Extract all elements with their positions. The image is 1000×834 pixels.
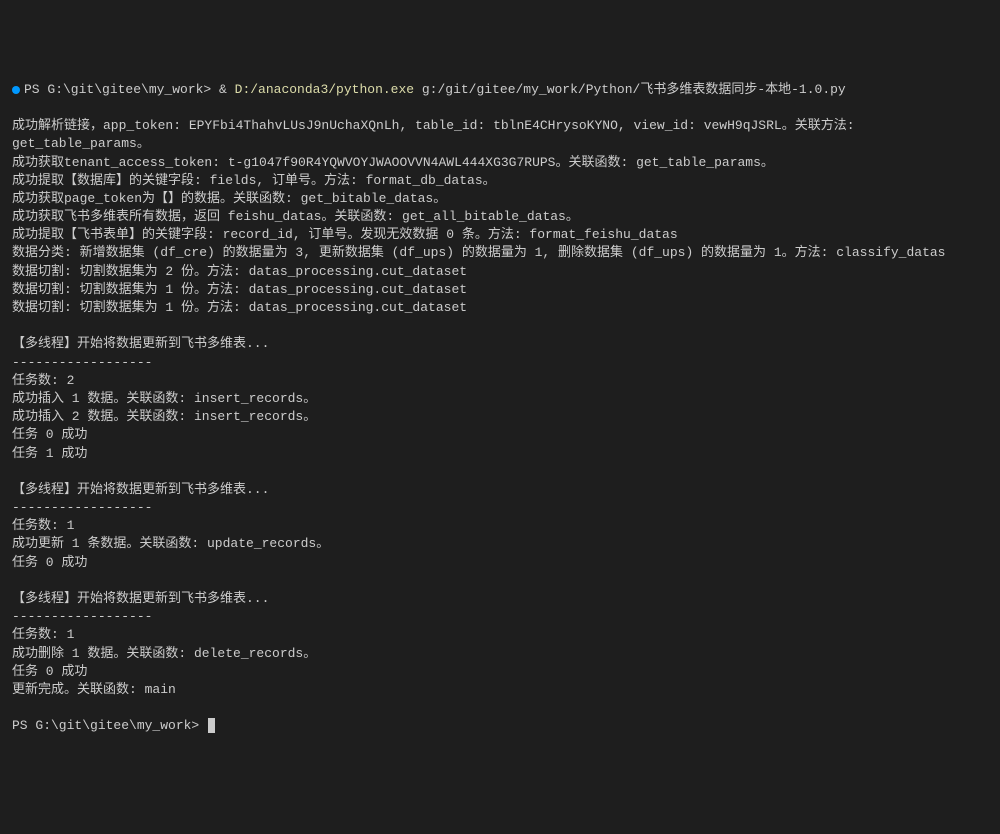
output-line: ------------------ — [12, 499, 988, 517]
output-line: 任务 0 成功 — [12, 554, 988, 572]
amp: & — [211, 81, 234, 99]
output-line: 成功提取【数据库】的关键字段: fields, 订单号。方法: format_d… — [12, 172, 988, 190]
output-line: 【多线程】开始将数据更新到飞书多维表... — [12, 590, 988, 608]
output-line — [12, 572, 988, 590]
script-path: g:/git/gitee/my_work/Python/飞书多维表数据同步-本地… — [414, 81, 846, 99]
output-line: 成功插入 1 数据。关联函数: insert_records。 — [12, 390, 988, 408]
output-line: 更新完成。关联函数: main — [12, 681, 988, 699]
terminal-output[interactable]: 成功解析链接，app_token: EPYFbi4ThahvLUsJ9nUcha… — [12, 117, 988, 699]
output-line: 任务 1 成功 — [12, 445, 988, 463]
breakpoint-icon — [12, 86, 20, 94]
output-line: 成功获取tenant_access_token: t-g1047f90R4YQW… — [12, 154, 988, 172]
output-line: 数据切割: 切割数据集为 1 份。方法: datas_processing.cu… — [12, 281, 988, 299]
output-line: 任务 0 成功 — [12, 426, 988, 444]
cursor-icon — [208, 718, 215, 733]
output-line: 任务数: 1 — [12, 626, 988, 644]
output-line: 成功解析链接，app_token: EPYFbi4ThahvLUsJ9nUcha… — [12, 117, 988, 153]
output-line: 数据切割: 切割数据集为 1 份。方法: datas_processing.cu… — [12, 299, 988, 317]
output-line — [12, 317, 988, 335]
command-line[interactable]: PS G:\git\gitee\my_work> & D:/anaconda3/… — [12, 81, 988, 99]
output-line: ------------------ — [12, 354, 988, 372]
python-path: D:/anaconda3/python.exe — [235, 81, 414, 99]
output-line: 成功获取page_token为【】的数据。关联函数: get_bitable_d… — [12, 190, 988, 208]
output-line: 任务数: 1 — [12, 517, 988, 535]
output-line — [12, 463, 988, 481]
prompt-line[interactable]: PS G:\git\gitee\my_work> — [12, 717, 988, 735]
prompt-path: G:\git\gitee\my_work> — [47, 81, 211, 99]
output-line: 【多线程】开始将数据更新到飞书多维表... — [12, 481, 988, 499]
output-line: 成功提取【飞书表单】的关键字段: record_id, 订单号。发现无效数据 0… — [12, 226, 988, 244]
output-line: 成功获取飞书多维表所有数据，返回 feishu_datas。关联函数: get_… — [12, 208, 988, 226]
output-line: 成功删除 1 数据。关联函数: delete_records。 — [12, 645, 988, 663]
prompt-ps: PS — [24, 81, 47, 99]
output-line: 数据切割: 切割数据集为 2 份。方法: datas_processing.cu… — [12, 263, 988, 281]
output-line: 任务数: 2 — [12, 372, 988, 390]
output-line: 任务 0 成功 — [12, 663, 988, 681]
output-line: 成功插入 2 数据。关联函数: insert_records。 — [12, 408, 988, 426]
output-line: ------------------ — [12, 608, 988, 626]
prompt-path: G:\git\gitee\my_work> — [35, 718, 199, 733]
output-line: 【多线程】开始将数据更新到飞书多维表... — [12, 335, 988, 353]
prompt-ps: PS — [12, 718, 35, 733]
output-line: 数据分类: 新增数据集 (df_cre) 的数据量为 3, 更新数据集 (df_… — [12, 244, 988, 262]
output-line: 成功更新 1 条数据。关联函数: update_records。 — [12, 535, 988, 553]
